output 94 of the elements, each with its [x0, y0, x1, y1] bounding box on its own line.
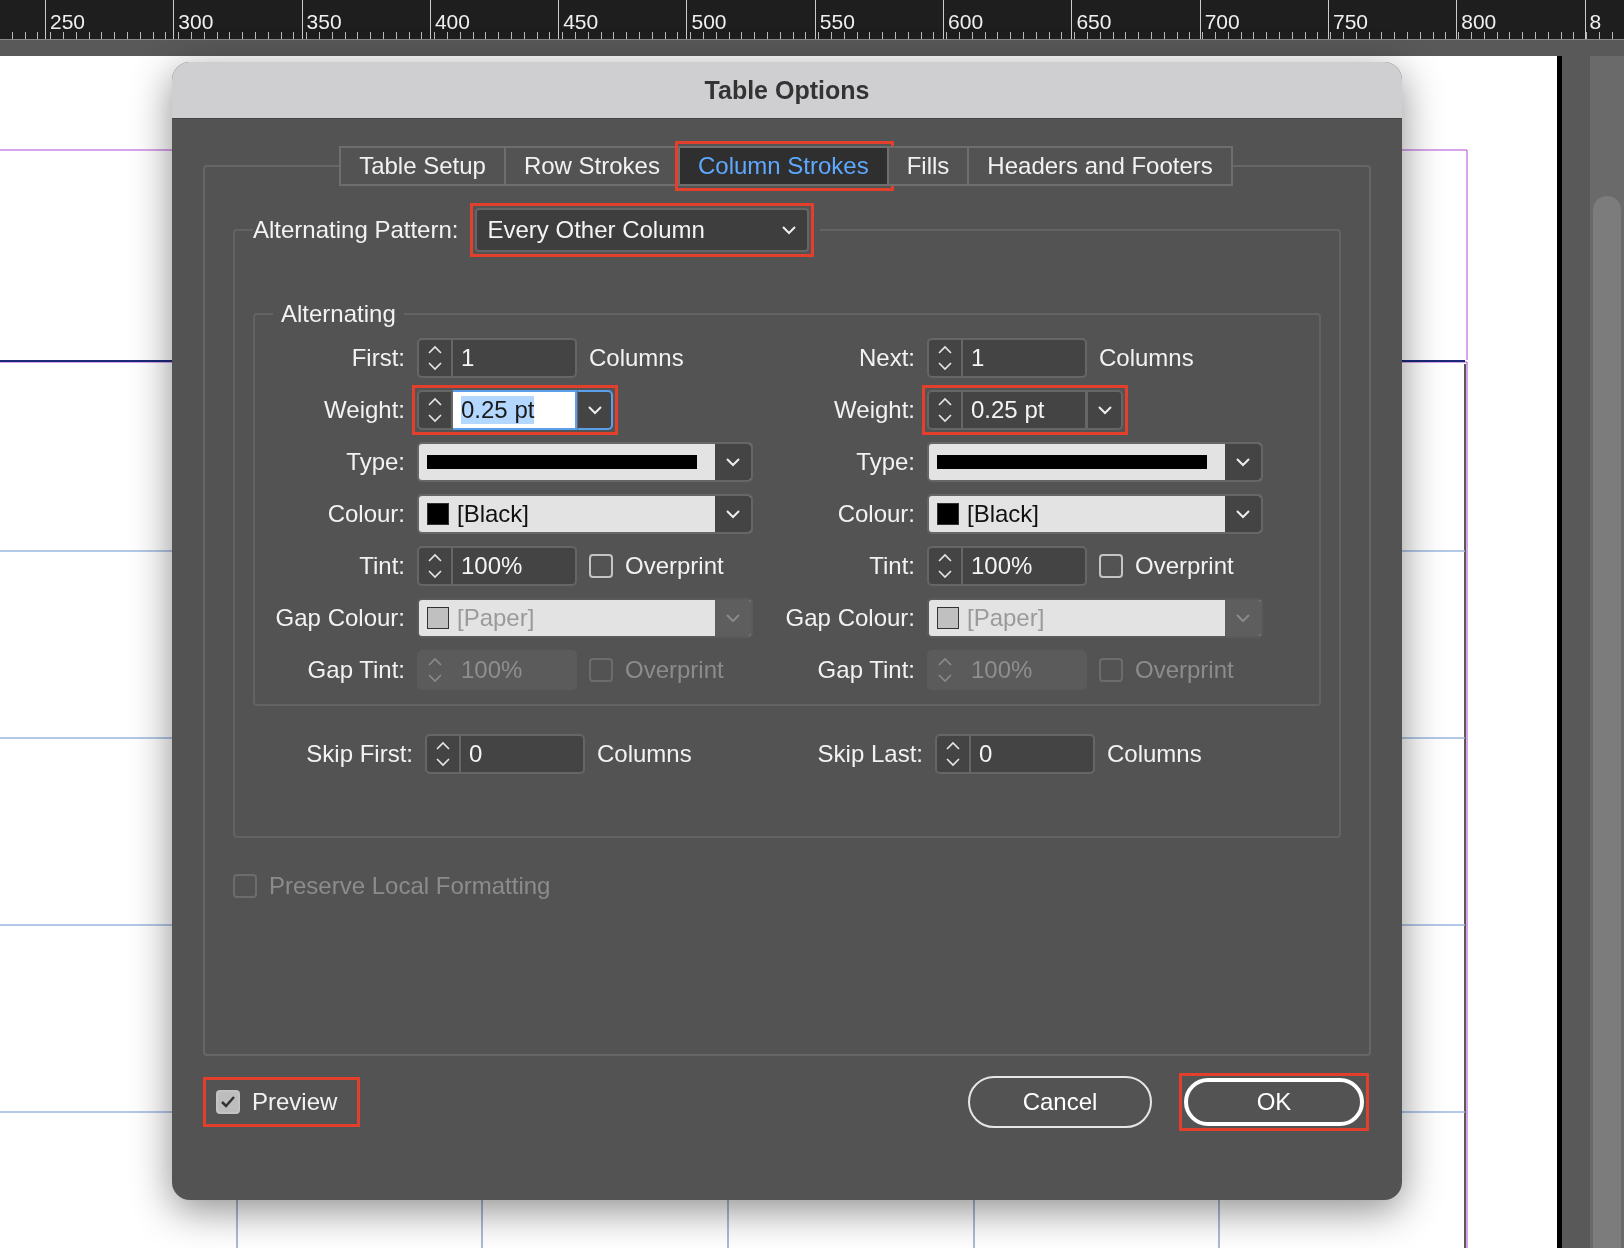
ruler-label: 500	[686, 0, 815, 39]
ruler-label: 700	[1199, 0, 1328, 39]
input-field[interactable]: 0.25 pt	[963, 390, 1087, 430]
checkbox-label: Overprint	[625, 552, 724, 580]
dialog-button[interactable]: OK	[1184, 1078, 1364, 1126]
chevron-down-icon	[781, 225, 798, 235]
tab[interactable]: Column Strokes	[677, 146, 889, 186]
stepper-button[interactable]	[935, 734, 971, 774]
chevron-down-icon	[1096, 405, 1113, 415]
input-field[interactable]: 0.25 pt	[453, 390, 577, 430]
stepper-button[interactable]	[927, 390, 963, 430]
tab[interactable]: Fills	[886, 146, 970, 186]
ruler-label: 8	[1584, 0, 1606, 39]
colour-dropdown[interactable]: [Black]	[927, 494, 1263, 534]
stepper-button[interactable]	[425, 734, 461, 774]
field-label: Weight:	[323, 396, 405, 424]
field-label: Skip Last:	[816, 740, 923, 768]
field-label: Tint:	[358, 552, 405, 580]
unit-label: Columns	[1107, 740, 1202, 768]
up-down-chevron-icon	[945, 740, 961, 768]
field-label: First:	[350, 344, 405, 372]
up-down-chevron-icon	[937, 344, 953, 372]
up-down-chevron-icon	[427, 552, 443, 580]
chevron-down-icon	[725, 613, 741, 623]
stepper-button[interactable]	[927, 546, 963, 586]
ruler-label: 800	[1456, 0, 1585, 39]
chevron-down-icon	[1235, 457, 1251, 467]
field-label: Colour:	[326, 500, 405, 528]
field-label: Type:	[855, 448, 915, 476]
up-down-chevron-icon	[937, 396, 953, 424]
checkbox[interactable]	[589, 554, 613, 578]
ruler-label: 350	[301, 0, 430, 39]
checkbox-label: Overprint	[625, 656, 724, 684]
chevron-down-icon	[586, 405, 603, 415]
colour-dropdown[interactable]: [Black]	[417, 494, 753, 534]
window-title: Table Options	[704, 75, 870, 105]
unit-label: Columns	[597, 740, 692, 768]
chevron-down-icon	[725, 457, 741, 467]
chevron-down-icon	[1235, 613, 1251, 623]
up-down-chevron-icon	[435, 740, 451, 768]
ruler-label: 450	[558, 0, 687, 39]
chevron-down-icon	[1235, 509, 1251, 519]
field-label: Alternating Pattern:	[253, 216, 459, 244]
input-field[interactable]: 1	[963, 338, 1087, 378]
ruler-label: 600	[943, 0, 1072, 39]
stepper-button[interactable]	[417, 546, 453, 586]
dropdown-button[interactable]	[577, 390, 613, 430]
ruler-label: 550	[814, 0, 944, 39]
group-title: Alternating	[281, 300, 396, 327]
field-label: Colour:	[836, 500, 915, 528]
up-down-chevron-icon	[427, 656, 443, 684]
field-label: Next:	[858, 344, 915, 372]
input-field[interactable]: 1	[453, 338, 577, 378]
chevron-down-icon	[725, 509, 741, 519]
checkbox-label: Preserve Local Formatting	[269, 872, 551, 900]
stepper-button[interactable]	[417, 338, 453, 378]
field-label: Gap Tint:	[816, 656, 915, 684]
field-label: Tint:	[868, 552, 915, 580]
ruler-label: 400	[429, 0, 559, 39]
up-down-chevron-icon	[427, 344, 443, 372]
input-field[interactable]: 100%	[453, 546, 577, 586]
unit-label: Columns	[1099, 344, 1194, 372]
field-label: Gap Tint:	[306, 656, 405, 684]
ruler-label: 750	[1327, 0, 1457, 39]
unit-label: Columns	[589, 344, 684, 372]
field-label: Gap Colour:	[274, 604, 405, 632]
stepper-button[interactable]	[927, 338, 963, 378]
input-field[interactable]: 0	[461, 734, 585, 774]
checkbox[interactable]	[216, 1090, 240, 1114]
input-field[interactable]: 0	[971, 734, 1095, 774]
input-field[interactable]: 100%	[963, 546, 1087, 586]
stroke-type-dropdown[interactable]	[417, 442, 753, 482]
tab[interactable]: Table Setup	[339, 146, 506, 186]
dropdown-button[interactable]	[1087, 390, 1123, 430]
tab[interactable]: Headers and Footers	[967, 146, 1233, 186]
dialog-button[interactable]: Cancel	[968, 1076, 1152, 1128]
checkbox-label: Preview	[252, 1088, 338, 1116]
pattern-dropdown[interactable]: Every Other Column	[475, 208, 810, 252]
up-down-chevron-icon	[937, 656, 953, 684]
checkmark-icon	[221, 1096, 235, 1108]
ruler-label: 300	[173, 0, 302, 39]
checkbox-label: Overprint	[1135, 552, 1234, 580]
field-label: Skip First:	[305, 740, 413, 768]
stroke-type-dropdown[interactable]	[927, 442, 1263, 482]
up-down-chevron-icon	[937, 552, 953, 580]
ruler-label: 650	[1071, 0, 1200, 39]
checkbox-label: Overprint	[1135, 656, 1234, 684]
ruler-label: 250	[45, 0, 174, 39]
field-label: Gap Colour:	[784, 604, 915, 632]
field-label: Type:	[345, 448, 405, 476]
up-down-chevron-icon	[427, 396, 443, 424]
checkbox[interactable]	[1099, 554, 1123, 578]
field-label: Weight:	[833, 396, 915, 424]
stepper-button[interactable]	[417, 390, 453, 430]
